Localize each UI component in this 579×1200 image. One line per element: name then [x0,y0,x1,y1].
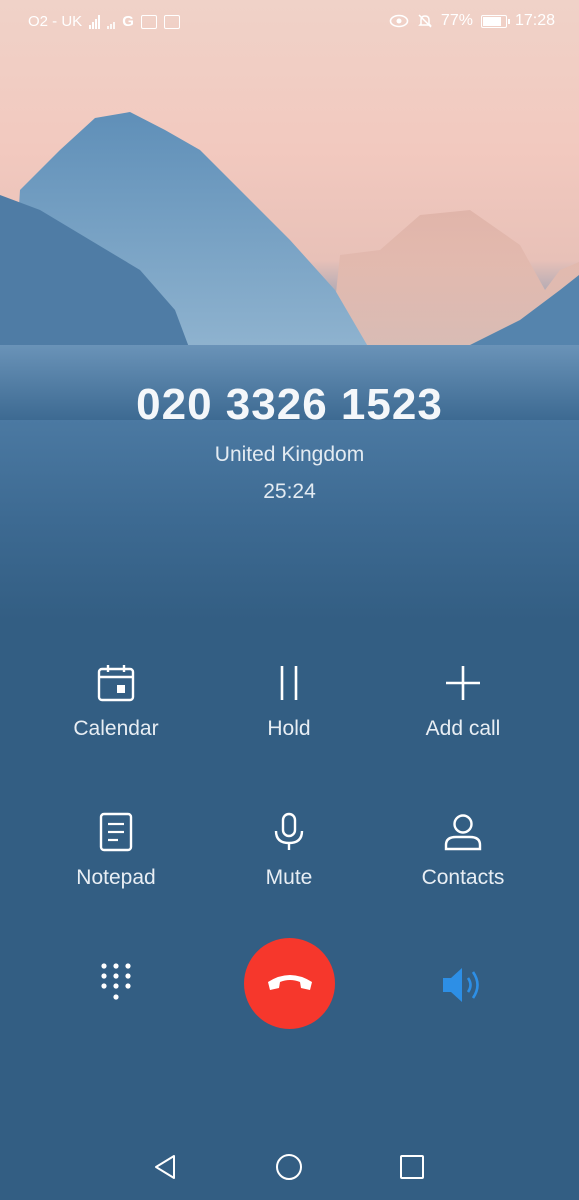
back-button[interactable] [152,1153,178,1186]
phone-number: 020 3326 1523 [136,380,443,429]
signal-strength-2-icon [107,15,116,29]
notepad-icon [99,812,133,852]
add-call-button[interactable]: Add call [383,663,543,741]
end-call-button[interactable] [244,938,335,1029]
notepad-label: Notepad [76,866,156,889]
plus-icon [446,666,480,700]
speaker-button[interactable] [440,965,488,1005]
clock: 17:28 [514,12,555,29]
speaker-icon [443,968,479,1002]
mute-label: Mute [265,866,313,889]
calendar-button[interactable]: Calendar [36,663,196,741]
mountain-wallpaper-image [0,112,579,420]
pause-icon [280,666,298,700]
add-call-label: Add call [425,717,501,740]
hold-label: Hold [267,717,311,740]
caller-location: United Kingdom [214,443,365,466]
calendar-icon [97,665,135,702]
person-icon [444,814,482,851]
mute-button[interactable]: Mute [209,812,369,890]
carrier-name: O2 - UK [28,13,83,30]
recents-button[interactable] [399,1154,425,1185]
recents-square-icon [400,1155,424,1179]
hold-button[interactable]: Hold [209,663,369,741]
battery-icon [480,14,510,28]
status-bar: O2 - UK G 77% 17:28 [0,0,579,44]
navigation-bar [0,1140,579,1200]
call-duration: 25:24 [263,480,316,503]
mute-notifications-icon [418,14,432,28]
eye-comfort-icon [389,14,409,28]
contacts-button[interactable]: Contacts [383,812,543,890]
calendar-notification-icon [163,14,180,29]
calendar-label: Calendar [73,717,159,740]
extra-carrier-label: G [122,13,134,30]
hang-up-icon [268,975,312,990]
battery-percent: 77% [440,12,473,29]
contacts-label: Contacts [421,866,505,889]
notepad-button[interactable]: Notepad [36,812,196,890]
signal-strength-icon [89,14,101,29]
microphone-icon [274,812,304,850]
home-button[interactable] [275,1153,303,1186]
home-circle-icon [276,1154,302,1180]
dialpad-icon [101,963,131,1000]
mail-icon [140,14,157,29]
dialpad-button[interactable] [96,960,136,1006]
back-triangle-icon [155,1155,175,1179]
